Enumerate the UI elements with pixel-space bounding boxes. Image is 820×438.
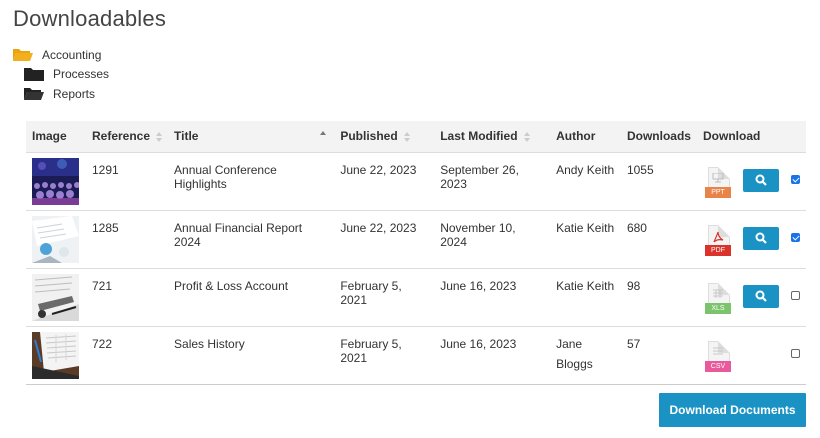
downloads-cell: 680: [620, 209, 697, 268]
published-cell: February 5, 2021: [334, 325, 435, 385]
select-checkbox[interactable]: [791, 348, 800, 358]
csv-file-icon[interactable]: CSV: [705, 340, 733, 377]
select-checkbox[interactable]: [791, 290, 800, 300]
preview-button[interactable]: [743, 168, 779, 192]
column-header-title[interactable]: Title: [168, 121, 335, 152]
title-cell: Annual Conference Highlights: [168, 151, 335, 210]
downloads-cell: 98: [620, 267, 697, 326]
tree-item-label: Accounting: [42, 48, 102, 62]
folder-icon: [24, 67, 45, 81]
downloads-cell: 1055: [620, 151, 697, 210]
folder-tree: Accounting Processes Reports: [12, 46, 109, 104]
preview-button[interactable]: [743, 226, 779, 250]
author-cell: Katie Keith: [550, 209, 621, 268]
download-documents-button[interactable]: Download Documents: [659, 393, 806, 427]
open-folder-icon: [24, 87, 45, 101]
author-cell: Jane Bloggs: [550, 325, 621, 385]
tree-item-accounting[interactable]: Accounting: [12, 46, 109, 64]
search-icon: [755, 174, 767, 186]
column-header-download: Download: [697, 121, 806, 152]
search-icon: [755, 232, 767, 244]
preview-button[interactable]: [743, 284, 779, 308]
image-cell: [26, 209, 86, 268]
profit-loss-thumbnail[interactable]: [32, 273, 79, 321]
open-folder-icon: [12, 48, 34, 62]
reference-cell: 1285: [85, 209, 169, 268]
table-row: 1291 Annual Conference Highlights June 2…: [26, 151, 806, 210]
download-cell: CSV: [697, 325, 806, 385]
tree-item-reports[interactable]: Reports: [24, 84, 109, 104]
column-header-published[interactable]: Published: [334, 121, 435, 152]
reference-cell: 722: [85, 325, 169, 385]
image-cell: [26, 325, 86, 385]
pdf-file-icon[interactable]: PDF: [705, 224, 733, 261]
title-cell: Profit & Loss Account: [168, 267, 335, 326]
column-header-image: Image: [26, 121, 86, 152]
table-row: 1285 Annual Financial Report 2024 June 2…: [26, 209, 806, 268]
column-header-last-modified[interactable]: Last Modified: [434, 121, 551, 152]
published-cell: February 5, 2021: [334, 267, 435, 326]
select-checkbox[interactable]: [791, 174, 800, 184]
image-cell: [26, 151, 86, 210]
page-title: Downloadables: [13, 6, 167, 31]
author-cell: Katie Keith: [550, 267, 621, 326]
download-cell: PDF: [697, 209, 806, 268]
last-modified-cell: June 16, 2023: [434, 267, 551, 326]
column-header-downloads[interactable]: Downloads: [620, 121, 697, 152]
published-cell: June 22, 2023: [334, 209, 435, 268]
reference-cell: 721: [85, 267, 169, 326]
ppt-file-icon[interactable]: PPT: [705, 166, 733, 203]
tree-item-label: Reports: [53, 87, 96, 101]
image-cell: [26, 267, 86, 326]
sort-icon: [156, 132, 163, 143]
sort-icon: [523, 132, 530, 143]
financial-report-thumbnail[interactable]: [32, 215, 79, 263]
xls-file-icon[interactable]: XLS: [705, 282, 733, 319]
table-header-row: Image Reference Title Published Last Mod…: [26, 121, 806, 152]
select-checkbox[interactable]: [791, 232, 800, 242]
sort-icon: [403, 132, 410, 143]
tree-item-label: Processes: [53, 67, 110, 81]
table-row: 722 Sales History February 5, 2021 June …: [26, 325, 806, 385]
published-cell: June 22, 2023: [334, 151, 435, 210]
download-cell: PPT: [697, 151, 806, 210]
tree-item-processes[interactable]: Processes: [24, 64, 109, 84]
table-row: 721 Profit & Loss Account February 5, 20…: [26, 267, 806, 326]
last-modified-cell: June 16, 2023: [434, 325, 551, 385]
search-icon: [755, 290, 767, 302]
downloads-table: Image Reference Title Published Last Mod…: [26, 121, 806, 385]
title-cell: Sales History: [168, 325, 335, 385]
column-header-reference[interactable]: Reference: [85, 121, 169, 152]
title-cell: Annual Financial Report 2024: [168, 209, 335, 268]
downloads-cell: 57: [620, 325, 697, 385]
conference-thumbnail[interactable]: [32, 157, 79, 205]
reference-cell: 1291: [85, 151, 169, 210]
sort-ascending-icon: [320, 131, 327, 141]
last-modified-cell: November 10, 2024: [434, 209, 551, 268]
column-header-author[interactable]: Author: [550, 121, 621, 152]
sales-history-thumbnail[interactable]: [32, 331, 79, 379]
download-cell: XLS: [697, 267, 806, 326]
last-modified-cell: September 26, 2023: [434, 151, 551, 210]
author-cell: Andy Keith: [550, 151, 621, 210]
